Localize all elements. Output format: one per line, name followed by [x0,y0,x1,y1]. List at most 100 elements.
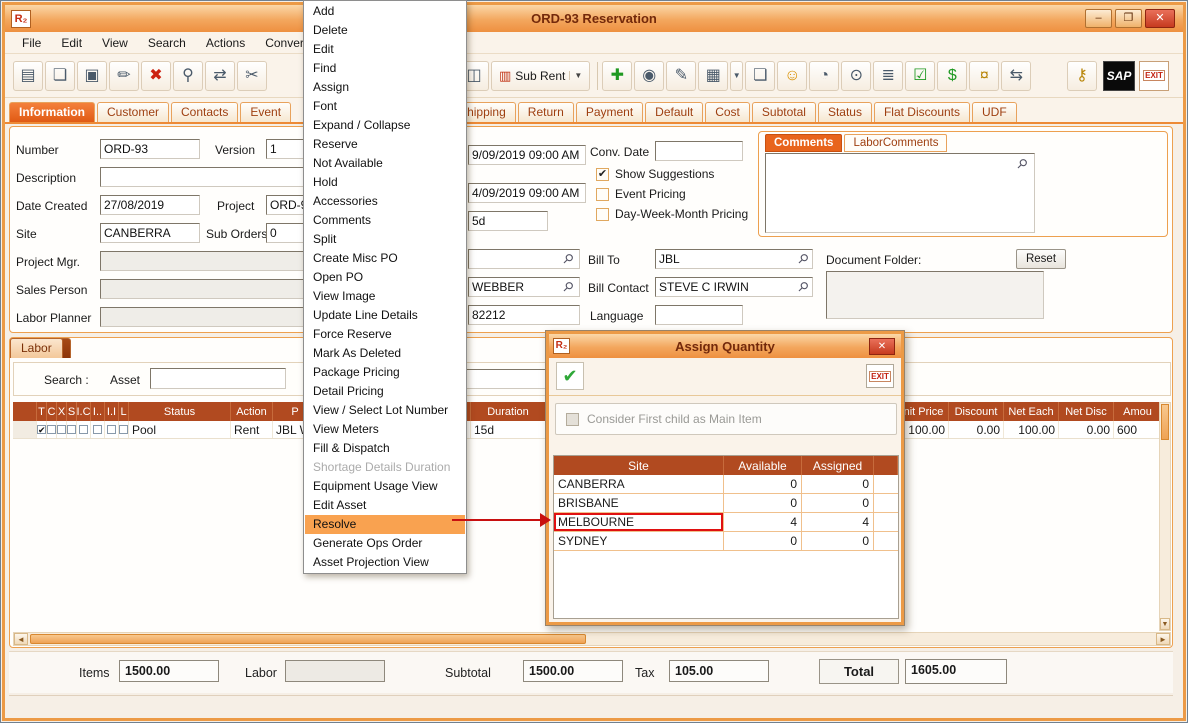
context-menu-item[interactable]: Edit [305,40,465,59]
transfer-icon[interactable]: ⇆ [1001,61,1031,91]
context-menu-item[interactable]: Force Reserve [305,325,465,344]
flag-cell-c[interactable] [47,421,57,438]
status-cell[interactable]: Pool [129,421,231,438]
checkbox-icon[interactable] [57,425,66,434]
site-cell[interactable]: MELBOURNE [554,513,724,532]
minimize-button[interactable]: – [1085,9,1112,28]
tab[interactable]: Information [9,102,95,122]
comments-box[interactable] [765,153,1035,233]
bill-contact-field[interactable] [655,277,813,297]
column-header[interactable]: C [47,402,57,421]
tab[interactable]: UDF [972,102,1017,122]
flag-cell-s[interactable] [67,421,77,438]
site-row[interactable]: BRISBANE 0 0 [554,494,898,513]
context-menu-item[interactable]: Assign [305,78,465,97]
column-header[interactable]: T [37,402,47,421]
context-menu-item[interactable]: Update Line Details [305,306,465,325]
comments-tab[interactable]: Comments [765,134,842,152]
disc-icon[interactable]: ⊙ [841,61,871,91]
context-menu-item[interactable]: View Meters [305,420,465,439]
items-horizontal-scrollbar[interactable]: ◄ ► [13,632,1171,646]
cut-icon[interactable]: ✂ [237,61,267,91]
context-menu-item[interactable]: Hold [305,173,465,192]
site-row[interactable]: MELBOURNE 4 4 [554,513,898,532]
column-header[interactable]: Net Each [1004,402,1059,421]
context-menu-item[interactable]: Package Pricing [305,363,465,382]
database-icon[interactable]: ≣ [873,61,903,91]
dollar-icon[interactable]: $ [937,61,967,91]
maximize-button[interactable]: ❐ [1115,9,1142,28]
main-item-option[interactable]: Consider First child as Main Item [555,403,897,435]
convert-icon[interactable]: ⇄ [205,61,235,91]
conv-date-field[interactable] [655,141,743,161]
return-date-field[interactable] [468,183,586,203]
scroll-down-button[interactable]: ▼ [1160,618,1170,630]
checkbox-icon[interactable] [47,425,56,434]
context-menu-item[interactable]: Equipment Usage View [305,477,465,496]
flag-cell-l[interactable] [119,421,129,438]
flag-cell-ii[interactable] [105,421,119,438]
context-menu-item[interactable]: Generate Ops Order [305,534,465,553]
comments-tab[interactable]: LaborComments [844,134,947,152]
horizontal-scroll-thumb[interactable] [30,634,586,644]
context-menu-item[interactable]: Asset Projection View [305,553,465,572]
tab[interactable]: Flat Discounts [874,102,970,122]
print-icon[interactable]: ❏ [45,61,75,91]
context-menu-item[interactable]: Fill & Dispatch [305,439,465,458]
context-menu-item[interactable]: Detail Pricing [305,382,465,401]
context-menu-item[interactable]: Create Misc PO [305,249,465,268]
column-header[interactable]: X [57,402,67,421]
items-tab[interactable]: Labor [10,338,63,358]
flag-cell-x[interactable] [57,421,67,438]
vertical-scroll-thumb[interactable] [1161,404,1169,440]
document-folder-box[interactable] [826,271,1044,319]
context-menu-item[interactable]: Resolve [305,515,465,534]
menu-item[interactable]: Edit [52,34,91,52]
duration-cell[interactable]: 15d [471,421,546,438]
sub-rent-caret-icon[interactable]: ▼ [569,71,582,80]
context-menu-item[interactable]: Delete [305,21,465,40]
tab[interactable]: Event [240,102,291,122]
site-cell[interactable]: BRISBANE [554,494,724,513]
items-vertical-scrollbar[interactable]: ▼ [1159,402,1171,631]
clock-icon[interactable]: ◔ [809,61,839,91]
tab[interactable]: Payment [576,102,643,122]
site-cell[interactable]: SYDNEY [554,532,724,551]
add-item-icon[interactable]: ✚ [602,61,632,91]
menu-item[interactable]: File [13,34,50,52]
context-menu-item[interactable]: Edit Asset [305,496,465,515]
action-cell[interactable]: Rent [231,421,273,438]
flag-cell-i2[interactable] [91,421,105,438]
column-header[interactable]: I.C [77,402,91,421]
menu-item[interactable]: Search [139,34,195,52]
column-header[interactable] [13,402,37,421]
tab[interactable]: Cost [705,102,750,122]
checkbox-icon[interactable] [67,425,76,434]
flag-cell-t[interactable] [37,421,47,438]
column-header[interactable]: S [67,402,77,421]
menu-item[interactable]: View [93,34,137,52]
dialog-exit-button[interactable]: EXIT [866,364,894,388]
context-menu-item[interactable]: Expand / Collapse [305,116,465,135]
date-created-field[interactable] [100,195,200,215]
column-header[interactable]: Status [129,402,231,421]
kit-icon[interactable]: ◉ [634,61,664,91]
delete-icon[interactable]: ✖ [141,61,171,91]
bill-to-field[interactable] [655,249,813,269]
sub-rent-button[interactable]: ▥ Sub Rent ▼ [491,61,590,91]
column-header[interactable]: Discount [949,402,1004,421]
context-menu-item[interactable]: Open PO [305,268,465,287]
option-checkbox[interactable]: Event Pricing [596,187,748,201]
panels-caret-icon[interactable]: ▼ [730,61,743,91]
smiley-icon[interactable]: ☺ [777,61,807,91]
site-row[interactable]: CANBERRA 0 0 [554,475,898,494]
available-cell[interactable]: 0 [724,494,802,513]
checkbox-icon[interactable] [79,425,88,434]
asset-search-input[interactable] [150,368,286,389]
phone-field[interactable] [468,305,580,325]
site-field[interactable] [100,223,200,243]
edit-icon[interactable]: ✏ [109,61,139,91]
checkbox-icon[interactable] [107,425,116,434]
option-checkbox[interactable]: Day-Week-Month Pricing [596,207,748,221]
context-menu-item[interactable]: View / Select Lot Number [305,401,465,420]
